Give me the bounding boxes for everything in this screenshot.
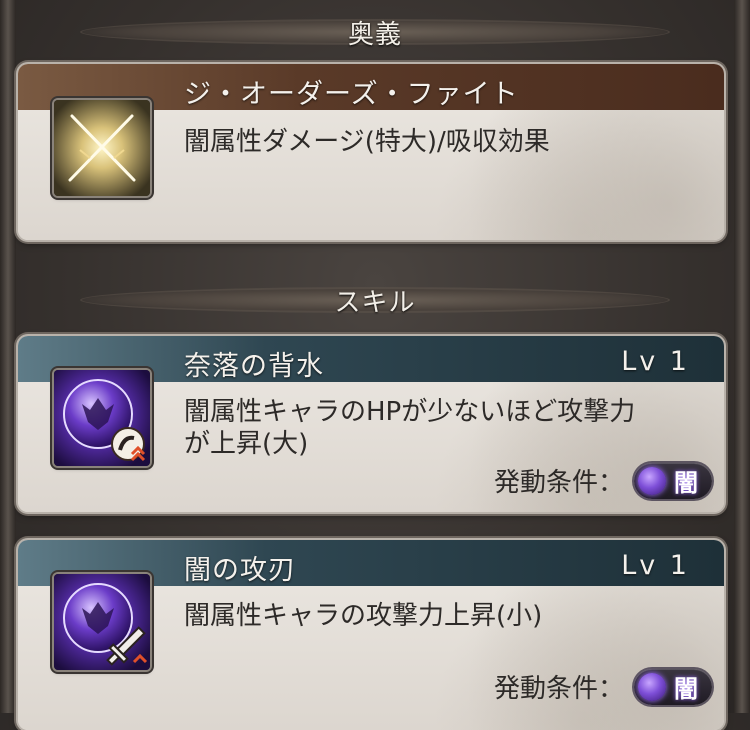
skill-description-line: 闇属性キャラのHPが少ないほど攻撃力 <box>184 397 636 427</box>
ougi-section-header: 奥義 <box>80 15 670 50</box>
condition-label: 発動条件： <box>493 468 624 498</box>
skill-description-line: が上昇(大) <box>184 429 309 459</box>
element-name: 闇 <box>674 675 698 703</box>
skill-description: 闇属性キャラのHPが少ないほど攻撃力 が上昇(大) <box>184 396 635 460</box>
condition-label: 発動条件： <box>493 674 624 704</box>
ougi-section-title: 奥義 <box>347 19 402 50</box>
skill-description-line: 闇属性キャラの攻撃力上昇(小) <box>184 601 543 631</box>
skill-card[interactable]: 奈落の背水 Lv 1 闇属性キャラのHPが少ないほど攻撃力 が上昇(大) 発動条… <box>18 336 724 512</box>
dark-backwater-skill-icon <box>54 370 150 466</box>
dark-element-icon <box>638 672 666 701</box>
right-frame-border <box>734 0 750 713</box>
ougi-description: 闇属性ダメージ(特大)/吸収効果 <box>184 127 550 157</box>
ougi-name: ジ・オーダーズ・ファイト <box>184 79 519 110</box>
dark-element-badge: 闇 <box>634 668 712 705</box>
skills-section-header: スキル <box>80 283 670 318</box>
ougi-card[interactable]: ジ・オーダーズ・ファイト 闇属性ダメージ(特大)/吸収効果 <box>18 64 724 240</box>
left-frame-border <box>0 0 16 713</box>
skill-card[interactable]: 闇の攻刃 Lv 1 闇属性キャラの攻撃力上昇(小) 発動条件： 闇 <box>18 540 724 730</box>
crossed-swords-icon <box>54 100 150 196</box>
skill-level: Lv 1 <box>621 550 690 581</box>
activation-condition: 発動条件： 闇 <box>494 668 712 705</box>
skill-name: 奈落の背水 <box>184 351 324 382</box>
activation-condition: 発動条件： 闇 <box>494 462 712 499</box>
dark-might-skill-icon <box>54 574 150 670</box>
dark-element-icon <box>638 466 666 495</box>
skill-description: 闇属性キャラの攻撃力上昇(小) <box>184 600 542 632</box>
element-name: 闇 <box>674 469 698 497</box>
skills-section-title: スキル <box>334 287 416 318</box>
skill-level: Lv 1 <box>621 346 690 377</box>
skill-name: 闇の攻刃 <box>184 555 296 586</box>
dark-element-badge: 闇 <box>634 462 712 499</box>
